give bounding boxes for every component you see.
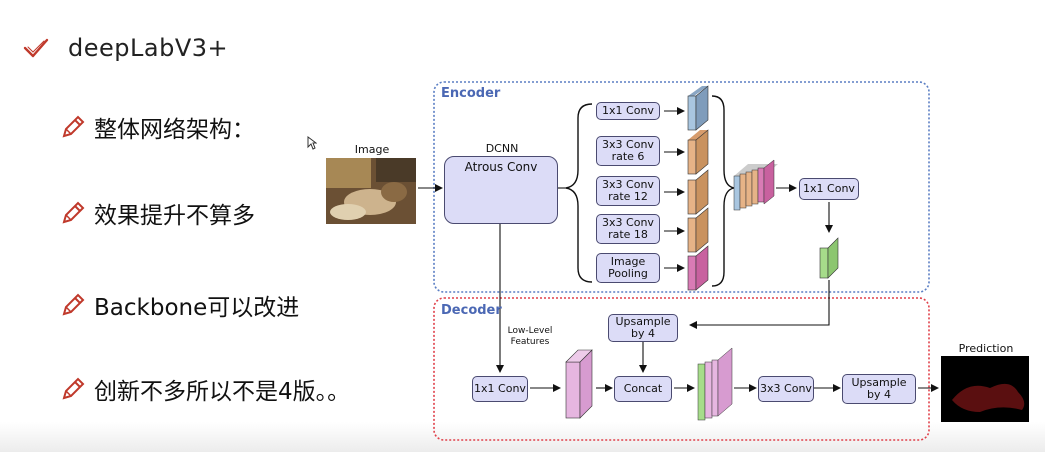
- upsample-by4-box-1: Upsample by 4: [608, 314, 678, 342]
- atrous-conv-label: Atrous Conv: [464, 160, 538, 174]
- encoder-1x1-conv-box: 1x1 Conv: [799, 178, 859, 200]
- low-level-features-label: Low-Level Features: [507, 326, 553, 347]
- encoder-concat-features: [733, 159, 778, 211]
- prediction-label: Prediction: [958, 342, 1014, 355]
- input-image: [326, 158, 416, 224]
- dcnn-label: DCNN: [485, 142, 519, 155]
- aspp-closing-bracket: [711, 95, 735, 287]
- prediction-image: [941, 356, 1029, 422]
- upsample-by4-box-2: Upsample by 4: [842, 374, 916, 404]
- aspp-1x1-conv-box: 1x1 Conv: [596, 102, 660, 120]
- decoder-1x1-conv-box: 1x1 Conv: [472, 376, 528, 402]
- atrous-conv-box: Atrous Conv: [444, 156, 558, 224]
- encoder-output-feature: [819, 237, 839, 279]
- decoder-lowlevel-feature: [565, 349, 593, 419]
- decoder-region: [433, 297, 930, 441]
- aspp-image-pooling-box: Image Pooling: [596, 253, 660, 283]
- encoder-label: Encoder: [441, 86, 501, 101]
- decoder-label: Decoder: [441, 303, 502, 318]
- aspp-3x3-rate12-box: 3x3 Conv rate 12: [596, 176, 660, 206]
- aspp-3x3-rate6-box: 3x3 Conv rate 6: [596, 136, 660, 166]
- decoder-3x3-conv-box: 3x3 Conv: [758, 376, 814, 402]
- aspp-feature-maps: [687, 85, 709, 291]
- concat-box: Concat: [614, 376, 672, 402]
- decoder-concat-feature: [697, 347, 733, 421]
- aspp-3x3-rate18-box: 3x3 Conv rate 18: [596, 214, 660, 244]
- aspp-brace: [565, 103, 593, 283]
- image-label: Image: [354, 143, 390, 156]
